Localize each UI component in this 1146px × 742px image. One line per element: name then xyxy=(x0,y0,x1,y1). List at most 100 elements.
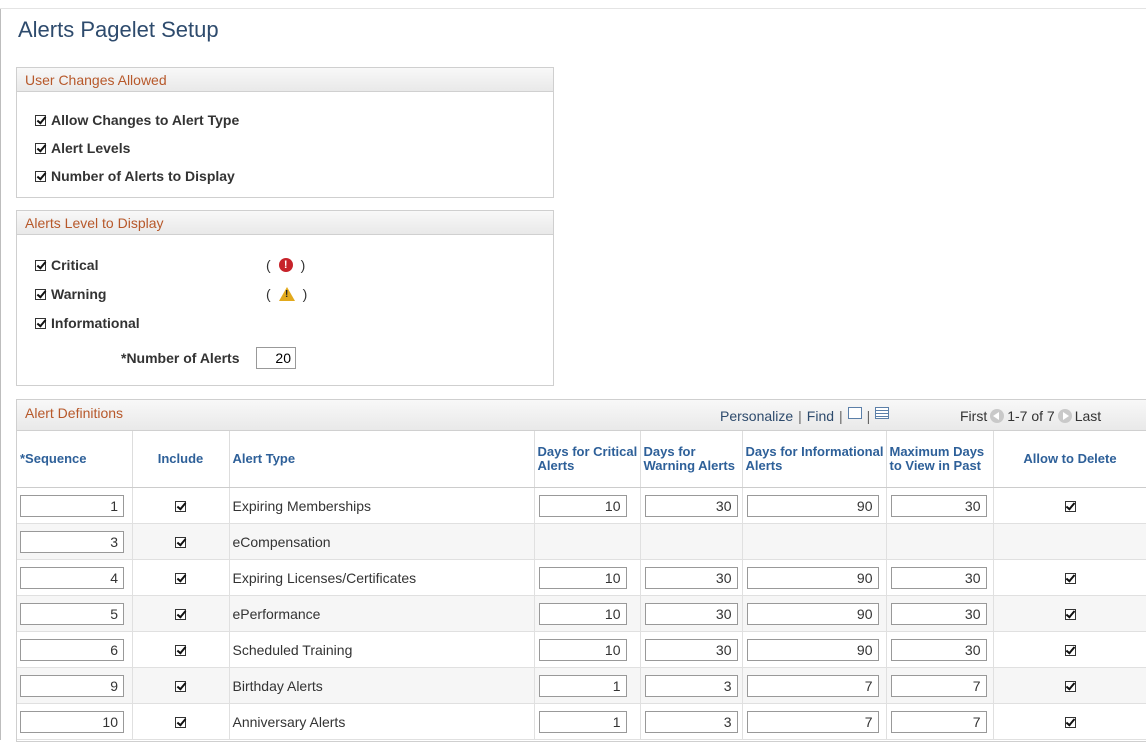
col-include[interactable]: Include xyxy=(132,431,230,488)
max-days-cell xyxy=(886,559,994,596)
critical-days-input[interactable] xyxy=(538,710,627,733)
include-checkbox[interactable] xyxy=(175,537,186,549)
max-days-input[interactable] xyxy=(890,638,987,661)
include-checkbox[interactable] xyxy=(175,681,186,693)
col-sequence[interactable]: *Sequence xyxy=(17,431,133,488)
include-checkbox[interactable] xyxy=(175,717,186,729)
info-days-input[interactable] xyxy=(746,710,879,733)
warning-checkbox[interactable] xyxy=(35,288,46,300)
max-days-input[interactable] xyxy=(890,710,987,733)
warning-row[interactable]: Warning xyxy=(35,285,106,303)
critical-days-input[interactable] xyxy=(538,638,627,661)
alert-type-cell: Expiring Memberships xyxy=(229,487,535,524)
include-checkbox[interactable] xyxy=(175,609,186,621)
info-days-cell xyxy=(742,703,887,740)
sequence-input[interactable] xyxy=(20,602,124,625)
col-warning-days[interactable]: Days for Warning Alerts xyxy=(640,431,743,488)
warning-days-input[interactable] xyxy=(644,494,738,517)
allow-delete-checkbox[interactable] xyxy=(1064,573,1076,585)
critical-days-input[interactable] xyxy=(538,566,627,589)
critical-days-input[interactable] xyxy=(538,602,627,625)
info-days-input[interactable] xyxy=(746,674,879,697)
col-critical-days[interactable]: Days for Critical Alerts xyxy=(534,431,641,488)
alert-type-cell: Anniversary Alerts xyxy=(229,703,535,740)
previous-arrow-icon[interactable] xyxy=(990,409,1005,423)
warning-days-input[interactable] xyxy=(644,566,738,589)
sequence-input[interactable] xyxy=(20,566,124,589)
warning-days-input[interactable] xyxy=(644,674,738,697)
allow-alert-type-row[interactable]: Allow Changes to Alert Type xyxy=(35,111,239,129)
info-days-cell xyxy=(742,631,887,668)
grid-navigation: First 1-7 of 7 Last xyxy=(960,408,1101,424)
critical-days-input[interactable] xyxy=(538,494,627,517)
table-row: Expiring Memberships xyxy=(17,487,1146,524)
critical-days-input[interactable] xyxy=(538,674,627,697)
warning-days-input[interactable] xyxy=(644,638,738,661)
table-row: Scheduled Training xyxy=(17,631,1146,668)
allow-delete-checkbox[interactable] xyxy=(1064,501,1076,513)
number-to-display-row[interactable]: Number of Alerts to Display xyxy=(35,167,235,185)
max-days-input[interactable] xyxy=(890,602,987,625)
critical-label: Critical xyxy=(51,257,99,273)
alert-levels-group: Alerts Level to Display Critical ( ! ) W… xyxy=(16,210,554,386)
info-days-input[interactable] xyxy=(746,494,879,517)
view-all-icon[interactable] xyxy=(847,407,862,419)
alert-levels-header: Alerts Level to Display xyxy=(17,211,553,235)
warning-icon: ! xyxy=(278,287,295,301)
col-alert-type[interactable]: Alert Type xyxy=(229,431,535,488)
sequence-cell xyxy=(17,595,133,632)
sequence-input[interactable] xyxy=(20,530,124,553)
max-days-input[interactable] xyxy=(890,566,987,589)
sequence-input[interactable] xyxy=(20,674,124,697)
include-cell xyxy=(132,667,230,704)
include-checkbox[interactable] xyxy=(175,645,186,657)
warning-days-cell xyxy=(640,487,743,524)
critical-checkbox[interactable] xyxy=(35,259,46,271)
allow-alert-type-checkbox[interactable] xyxy=(35,114,46,126)
sequence-input[interactable] xyxy=(20,638,124,661)
page-title: Alerts Pagelet Setup xyxy=(18,17,219,42)
warning-days-input[interactable] xyxy=(644,602,738,625)
alert-levels-row[interactable]: Alert Levels xyxy=(35,139,130,157)
number-to-display-checkbox[interactable] xyxy=(35,170,46,182)
last-link[interactable]: Last xyxy=(1075,408,1101,424)
table-header-row: *Sequence Include Alert Type Days for Cr… xyxy=(17,431,1146,488)
include-checkbox[interactable] xyxy=(175,501,186,513)
grid-header: Alert Definitions Personalize | Find | |… xyxy=(17,400,1146,431)
alert-type-cell: Birthday Alerts xyxy=(229,667,535,704)
allow-delete-checkbox[interactable] xyxy=(1064,645,1076,657)
allow-delete-checkbox[interactable] xyxy=(1064,609,1076,621)
informational-row[interactable]: Informational xyxy=(35,314,140,332)
info-days-input[interactable] xyxy=(746,566,879,589)
allow-delete-cell xyxy=(993,559,1146,596)
info-days-input[interactable] xyxy=(746,602,879,625)
critical-row[interactable]: Critical xyxy=(35,256,98,274)
sequence-cell xyxy=(17,703,133,740)
sequence-input[interactable] xyxy=(20,710,124,733)
include-checkbox[interactable] xyxy=(175,573,186,585)
include-cell xyxy=(132,559,230,596)
table-row: Anniversary Alerts xyxy=(17,703,1146,740)
max-days-input[interactable] xyxy=(890,674,987,697)
alert-levels-checkbox[interactable] xyxy=(35,142,46,154)
find-link[interactable]: Find xyxy=(807,408,834,424)
number-of-alerts-input[interactable] xyxy=(256,347,296,369)
informational-checkbox[interactable] xyxy=(35,317,46,329)
download-spreadsheet-icon[interactable] xyxy=(875,407,890,419)
col-allow-delete[interactable]: Allow to Delete xyxy=(993,431,1146,488)
max-days-cell xyxy=(886,667,994,704)
max-days-input[interactable] xyxy=(890,494,987,517)
warning-days-cell xyxy=(640,523,743,560)
info-days-input[interactable] xyxy=(746,638,879,661)
warning-days-input[interactable] xyxy=(644,710,738,733)
allow-delete-checkbox[interactable] xyxy=(1064,681,1076,693)
sequence-input[interactable] xyxy=(20,494,124,517)
col-info-days[interactable]: Days for Informational Alerts xyxy=(742,431,887,488)
critical-days-cell xyxy=(534,667,641,704)
col-max-days[interactable]: Maximum Days to View in Past xyxy=(886,431,994,488)
info-days-cell xyxy=(742,487,887,524)
allow-delete-checkbox[interactable] xyxy=(1064,717,1076,729)
first-link[interactable]: First xyxy=(960,408,987,424)
next-arrow-icon[interactable] xyxy=(1057,409,1072,423)
personalize-link[interactable]: Personalize xyxy=(720,408,793,424)
